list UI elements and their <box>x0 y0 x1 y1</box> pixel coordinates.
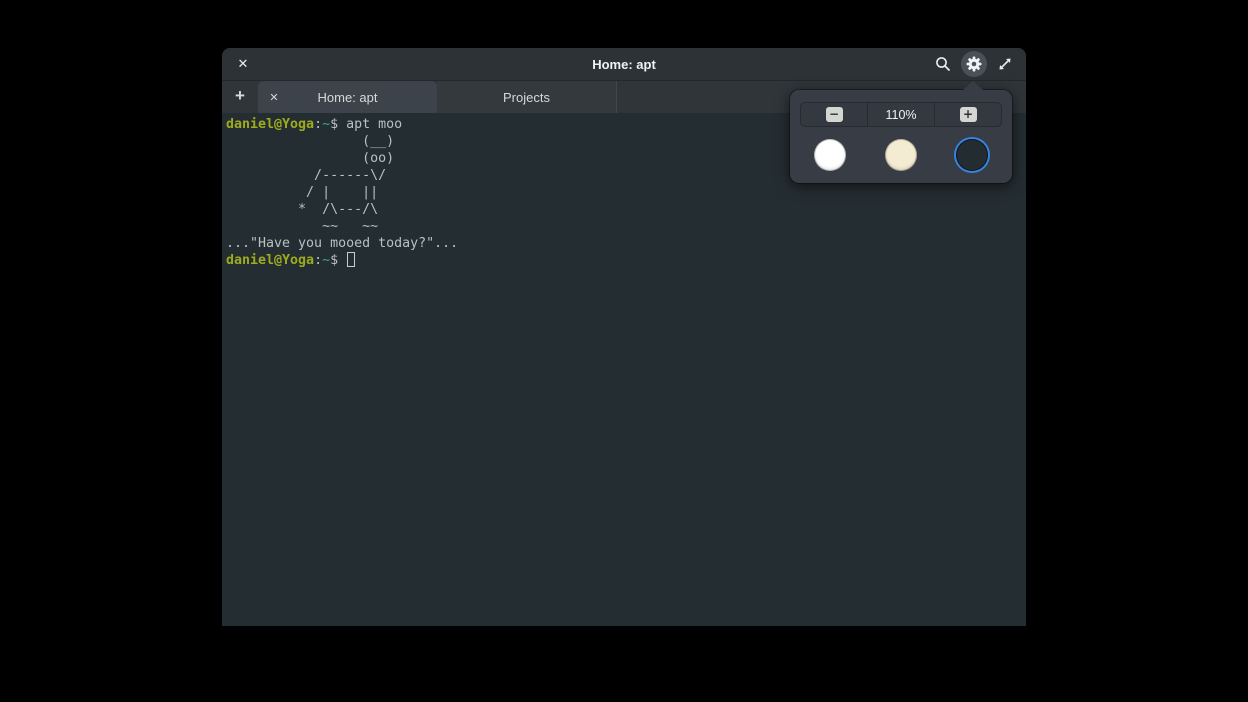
terminal-text: : <box>314 253 322 268</box>
terminal-text: $ <box>330 117 346 132</box>
zoom-in-button[interactable]: + <box>934 103 1001 126</box>
terminal-text: : <box>314 117 322 132</box>
settings-popover: − 110% + <box>790 90 1012 183</box>
zoom-reset-button[interactable]: 110% <box>867 103 934 126</box>
desktop: ✕ Home: apt <box>0 0 1248 702</box>
terminal-line: / | || <box>226 184 1022 201</box>
zoom-in-icon: + <box>960 107 977 122</box>
terminal-text: ~ <box>322 117 330 132</box>
tab-home-apt[interactable]: ✕ Home: apt <box>258 81 437 113</box>
terminal-text: (oo) <box>226 151 394 166</box>
fullscreen-icon <box>997 56 1013 72</box>
search-button[interactable] <box>930 51 956 77</box>
tab-close-icon[interactable]: ✕ <box>264 87 284 107</box>
terminal-text: ..."Have you mooed today?"... <box>226 236 458 251</box>
terminal-text: (__) <box>226 134 394 149</box>
search-icon <box>935 56 951 72</box>
theme-selector <box>814 139 988 171</box>
terminal-text: ~~ ~~ <box>226 219 378 234</box>
gear-icon <box>966 56 982 72</box>
terminal-line: ..."Have you mooed today?"... <box>226 235 1022 252</box>
terminal-cursor <box>347 252 355 267</box>
terminal-text: /------\/ <box>226 168 386 183</box>
zoom-control: − 110% + <box>800 102 1002 127</box>
zoom-out-icon: − <box>826 107 843 122</box>
terminal-text: * /\---/\ <box>226 202 378 217</box>
terminal-text: ~ <box>322 253 330 268</box>
tab-label: Projects <box>503 90 550 105</box>
new-tab-button[interactable]: + <box>222 81 258 113</box>
terminal-text: daniel@Yoga <box>226 117 314 132</box>
tab-projects[interactable]: Projects <box>437 81 617 113</box>
terminal-line: ~~ ~~ <box>226 218 1022 235</box>
tab-label: Home: apt <box>318 90 378 105</box>
fullscreen-button[interactable] <box>992 51 1018 77</box>
zoom-level-value: 110% <box>885 108 916 122</box>
close-icon: ✕ <box>238 57 249 72</box>
popover-arrow <box>963 81 983 90</box>
terminal-line: * /\---/\ <box>226 201 1022 218</box>
window-close-button[interactable]: ✕ <box>230 51 256 77</box>
settings-button[interactable] <box>961 51 987 77</box>
terminal-line: daniel@Yoga:~$ <box>226 252 1022 269</box>
terminal-output[interactable]: daniel@Yoga:~$ apt moo (__) (oo) /------… <box>222 113 1026 626</box>
terminal-text: $ <box>330 253 346 268</box>
titlebar[interactable]: ✕ Home: apt <box>222 48 1026 81</box>
terminal-text: daniel@Yoga <box>226 253 314 268</box>
terminal-text: / | || <box>226 185 378 200</box>
window-title: Home: apt <box>222 57 1026 72</box>
terminal-text: apt moo <box>346 117 402 132</box>
theme-swatch-light[interactable] <box>814 139 846 171</box>
theme-swatch-sepia[interactable] <box>885 139 917 171</box>
zoom-out-button[interactable]: − <box>801 103 867 126</box>
theme-swatch-dark[interactable] <box>956 139 988 171</box>
